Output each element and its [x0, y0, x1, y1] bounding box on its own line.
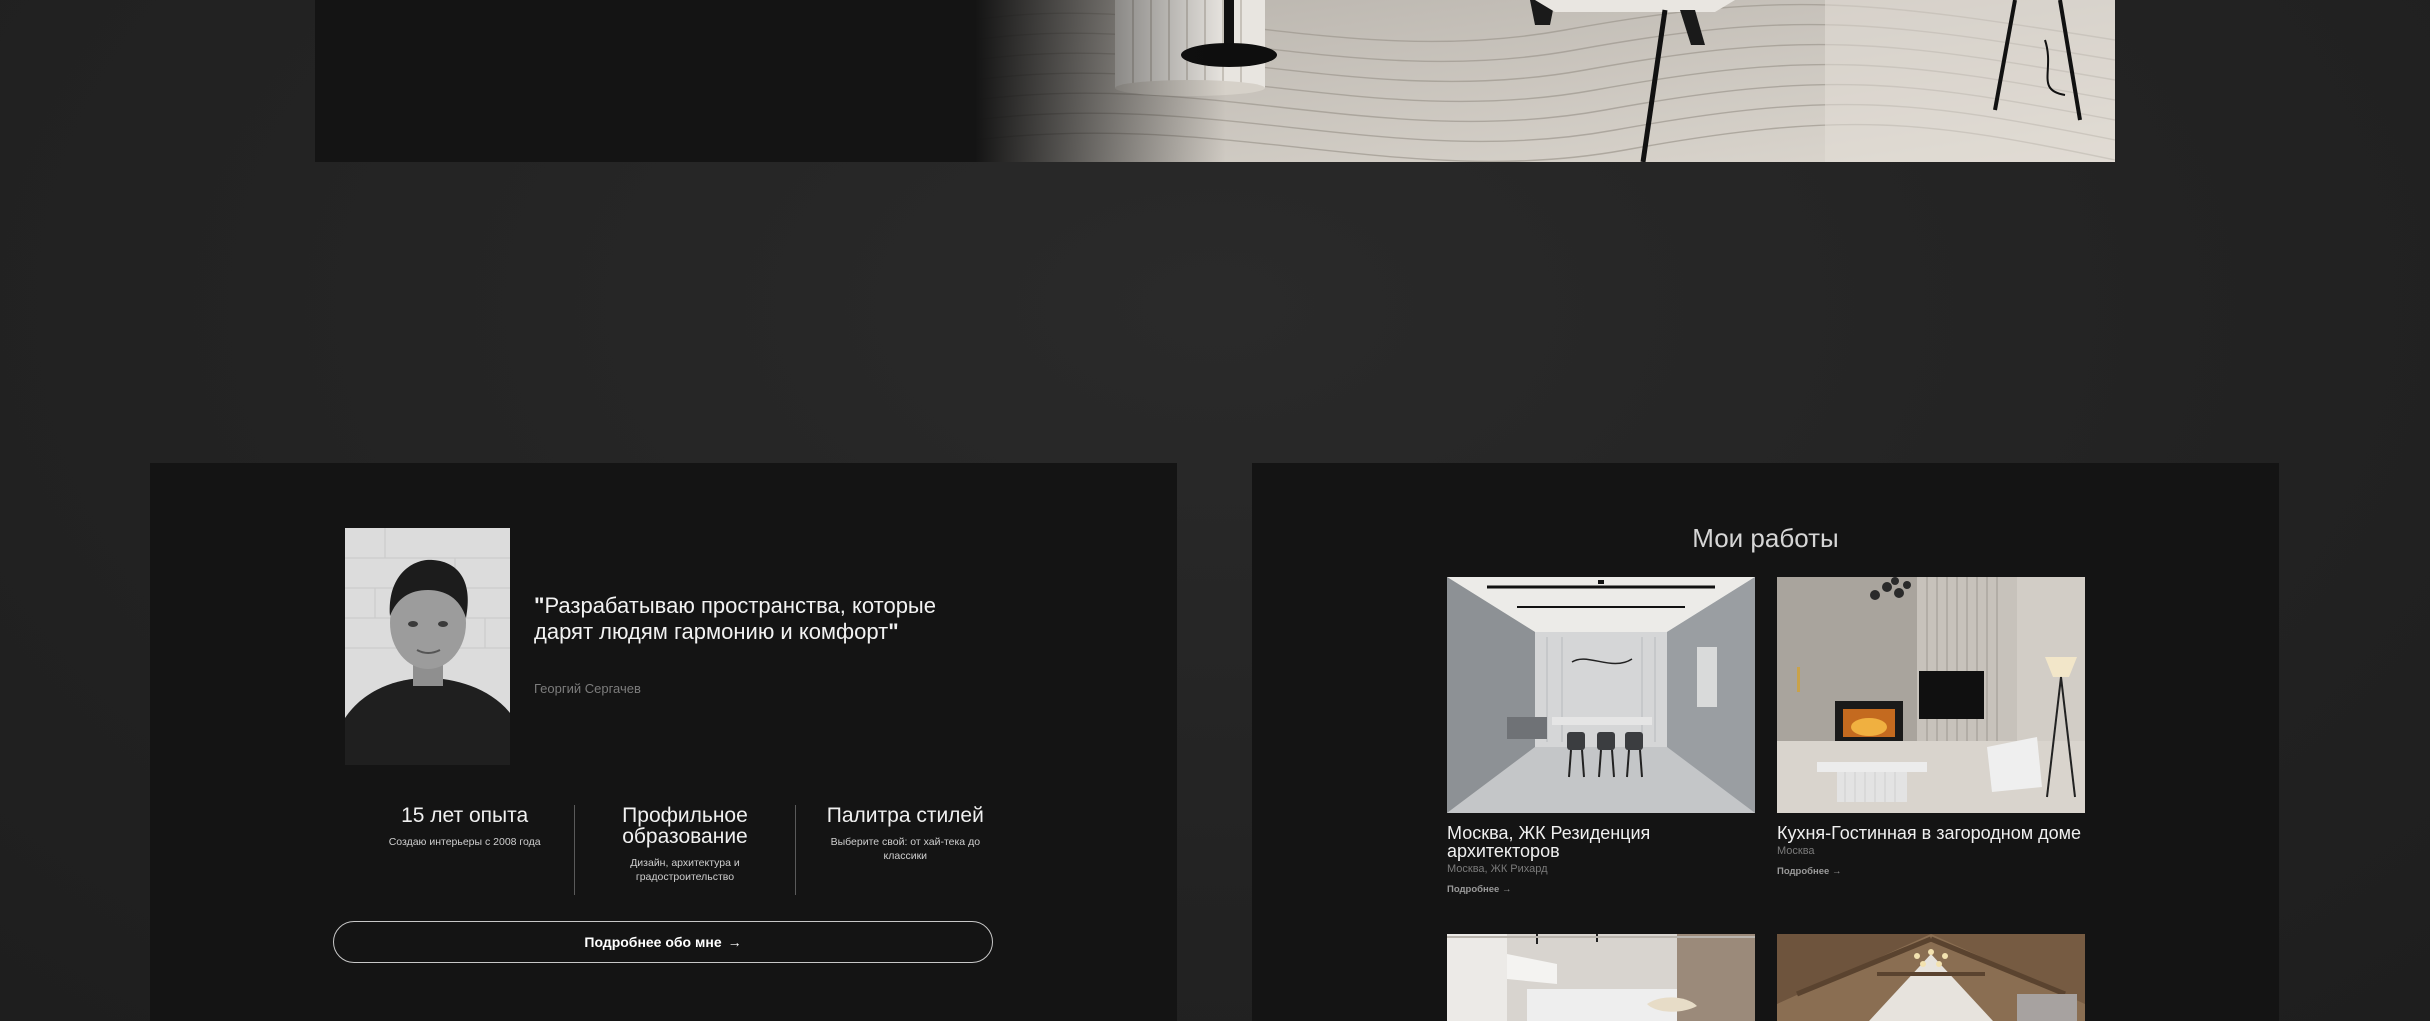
stats-row: 15 лет опыта Создаю интерьеры с 2008 год…: [355, 805, 1015, 895]
designer-quote: "Разрабатываю пространства, которые даря…: [534, 593, 936, 644]
hero-banner: [315, 0, 2115, 162]
about-more-button[interactable]: Подробнее обо мне →: [333, 921, 993, 963]
page: "Разрабатываю пространства, которые даря…: [0, 0, 2430, 1021]
quote-author: Георгий Сергачев: [534, 681, 641, 696]
work-image-dining[interactable]: [1447, 577, 1755, 813]
stat-experience: 15 лет опыта Создаю интерьеры с 2008 год…: [355, 805, 574, 895]
quote-text: Разрабатываю пространства, которые дарят…: [534, 593, 936, 644]
work-image-bedroom[interactable]: [1447, 934, 1755, 1021]
work-title: Кухня-Гостинная в загородном доме: [1777, 823, 2082, 843]
stat-description: Дизайн, архитектура и градостроительство: [630, 857, 740, 883]
stat-title: Палитра стилей: [826, 804, 984, 827]
work-subtitle: Москва, ЖК Рихард: [1447, 863, 1548, 875]
about-more-label: Подробнее обо мне: [584, 934, 722, 950]
works-section: Мои работы Москва, ЖК Резиденция архитек…: [1252, 463, 2279, 1021]
work-card[interactable]: Москва, ЖК Резиденция архитекторов Москв…: [1447, 577, 1755, 897]
work-card[interactable]: Кухня-Гостинная в загородном доме Москва…: [1777, 577, 2085, 879]
work-image-chalet[interactable]: [1777, 934, 2085, 1021]
stat-description: Создаю интерьеры с 2008 года: [388, 836, 541, 848]
works-title: Мои работы: [1692, 523, 1839, 553]
work-more-link[interactable]: Подробнее →: [1777, 866, 1841, 877]
work-more-link[interactable]: Подробнее →: [1447, 884, 1511, 895]
arrow-right-icon: →: [727, 934, 742, 950]
hero-interior-image: [975, 0, 2115, 162]
about-section: "Разрабатываю пространства, которые даря…: [150, 463, 1177, 1021]
designer-portrait: [345, 528, 510, 765]
stat-title: 15 лет опыта: [401, 804, 529, 827]
stat-title: Профильное образование: [622, 804, 748, 848]
stat-styles: Палитра стилей Выберите свой: от хай-тек…: [794, 804, 1015, 895]
stat-education: Профильное образование Дизайн, архитекту…: [574, 805, 794, 895]
work-image-living-room[interactable]: [1777, 577, 2085, 813]
work-subtitle: Москва: [1777, 845, 1815, 857]
stat-description: Выберите свой: от хай-тека до классики: [830, 836, 981, 862]
work-title: Москва, ЖК Резиденция архитекторов: [1447, 823, 1651, 861]
